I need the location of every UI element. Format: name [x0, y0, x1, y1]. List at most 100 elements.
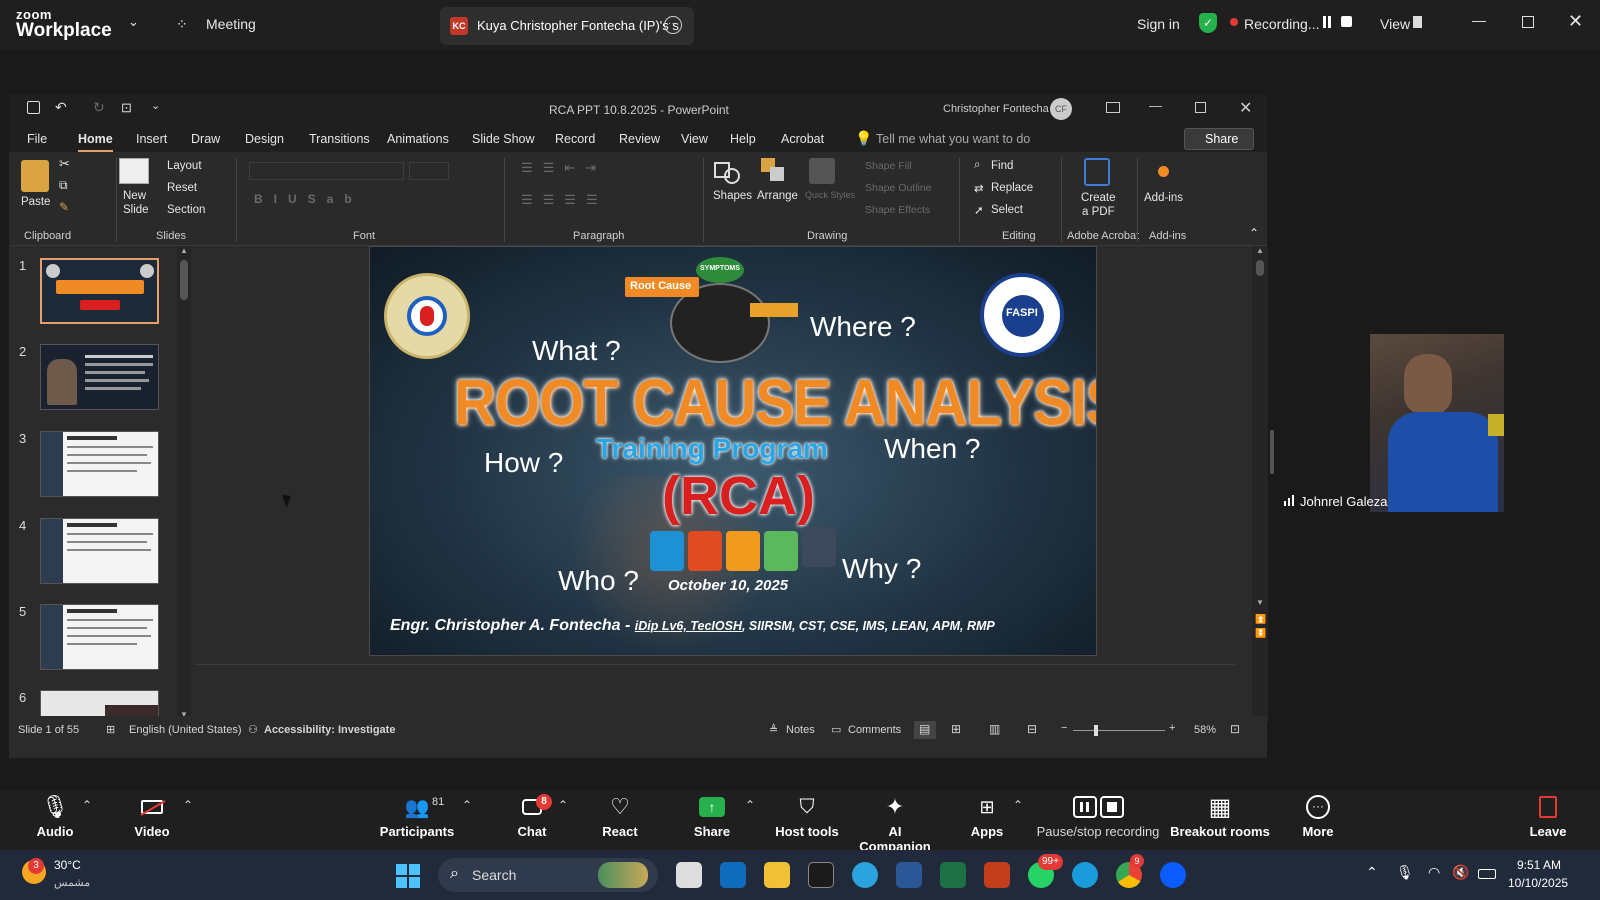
arrange-icon[interactable] — [761, 158, 785, 182]
scroll-up-icon[interactable]: ▲ — [180, 246, 188, 255]
share-options-icon[interactable]: ⌃ — [745, 798, 755, 812]
layout-button[interactable]: Layout — [167, 160, 202, 172]
restore-icon[interactable] — [1522, 16, 1534, 28]
font-family-select[interactable] — [249, 162, 404, 180]
reading-view-icon[interactable]: ▥ — [989, 722, 1000, 736]
video-button[interactable]: Video — [128, 790, 176, 850]
apps-options-icon[interactable]: ⌃ — [1013, 798, 1023, 812]
tab-record[interactable]: Record — [555, 132, 595, 146]
wifi-icon[interactable]: ◠ — [1428, 864, 1440, 881]
slide-editing-canvas[interactable]: FASPI SYMPTOMS Root Cause What ? Where ?… — [195, 246, 1235, 724]
slide-thumbnail-4[interactable] — [40, 518, 159, 584]
more-options-icon[interactable]: ··· — [664, 16, 682, 34]
save-icon[interactable] — [27, 101, 40, 114]
audio-button[interactable]: 🎙 Audio — [30, 790, 80, 850]
telegram-icon[interactable] — [852, 862, 878, 888]
previous-slide-icon[interactable]: ⏫ — [1255, 614, 1266, 625]
pause-recording-icon[interactable] — [1323, 16, 1326, 28]
find-button[interactable]: Find — [991, 160, 1013, 172]
screen-share-tab[interactable]: KC Kuya Christopher Fontecha (IP)'s s ··… — [440, 7, 694, 45]
chat-options-icon[interactable]: ⌃ — [558, 798, 568, 812]
meeting-label[interactable]: Meeting — [206, 16, 256, 32]
slide-thumbnail-2[interactable] — [40, 344, 159, 410]
slide-thumbnail-3[interactable] — [40, 431, 159, 497]
ppt-restore-icon[interactable] — [1195, 102, 1206, 113]
windows-start-icon[interactable] — [396, 864, 420, 888]
next-slide-icon[interactable]: ⏬ — [1255, 628, 1266, 639]
zoom-app-icon[interactable] — [1160, 862, 1186, 888]
slideshow-view-icon[interactable]: ⊟ — [1027, 722, 1037, 736]
outlook-icon[interactable] — [720, 862, 746, 888]
microphone-icon[interactable]: 🎙 — [1396, 864, 1414, 881]
minimize-icon[interactable]: — — [1472, 12, 1486, 28]
addins-icon[interactable] — [1158, 166, 1169, 177]
redo-icon[interactable]: ↻ — [93, 99, 105, 116]
participant-video[interactable] — [1370, 334, 1504, 512]
undo-icon[interactable]: ↶ — [55, 99, 67, 116]
temperature[interactable]: 30°C — [54, 858, 81, 872]
select-button[interactable]: Select — [991, 204, 1023, 216]
shape-fill-button[interactable]: Shape Fill — [865, 160, 912, 172]
addins-button[interactable]: Add-ins — [1144, 192, 1183, 204]
slide-scrollbar[interactable]: ▲ ▼ ⏫ ⏬ — [1252, 246, 1268, 724]
quick-styles-icon[interactable] — [809, 158, 835, 184]
create-pdf-icon[interactable] — [1084, 158, 1110, 186]
notes-button[interactable]: Notes — [786, 724, 815, 736]
thumbnails-scrollbar[interactable]: ▲ ▼ — [177, 246, 191, 724]
tab-animations[interactable]: Animations — [387, 132, 449, 146]
battery-icon[interactable] — [1478, 869, 1496, 879]
zoom-slider[interactable] — [1073, 730, 1165, 731]
present-icon[interactable]: ⊡ — [121, 100, 132, 116]
zoom-slider-thumb[interactable] — [1094, 725, 1098, 736]
section-button[interactable]: Section — [167, 204, 205, 216]
share-button[interactable]: Share — [1184, 128, 1254, 150]
fit-to-window-icon[interactable]: ⊡ — [1230, 722, 1240, 736]
capcut-icon[interactable] — [808, 862, 834, 888]
tab-acrobat[interactable]: Acrobat — [781, 132, 824, 146]
cut-icon[interactable]: ✂ — [59, 156, 70, 172]
shape-effects-button[interactable]: Shape Effects — [865, 204, 930, 216]
slide-thumbnail-5[interactable] — [40, 604, 159, 670]
video-options-icon[interactable]: ⌃ — [183, 798, 193, 812]
tab-review[interactable]: Review — [619, 132, 660, 146]
chevron-down-icon[interactable]: ⌄ — [128, 14, 139, 30]
slide-thumbnail-1[interactable] — [40, 258, 159, 324]
paste-button[interactable]: Paste — [21, 196, 50, 208]
current-slide[interactable]: FASPI SYMPTOMS Root Cause What ? Where ?… — [369, 246, 1097, 656]
normal-view-button[interactable]: ▤ — [914, 721, 936, 739]
react-button[interactable]: ♡ React — [594, 790, 646, 850]
scroll-up-icon[interactable]: ▲ — [1256, 246, 1264, 255]
sign-in-link[interactable]: Sign in — [1137, 16, 1180, 32]
participants-options-icon[interactable]: ⌃ — [462, 798, 472, 812]
zoom-in-icon[interactable]: + — [1169, 722, 1175, 734]
ribbon-display-icon[interactable] — [1106, 102, 1120, 113]
zoom-workplace-logo[interactable]: zoom Workplace — [16, 8, 112, 40]
volume-muted-icon[interactable]: 🔇 — [1452, 864, 1469, 881]
create-pdf-label-1[interactable]: Create — [1081, 192, 1116, 204]
pause-stop-recording-button[interactable]: Pause/stop recording — [1036, 790, 1160, 850]
word-icon[interactable] — [896, 862, 922, 888]
comments-button[interactable]: Comments — [848, 724, 901, 736]
shield-check-icon[interactable]: ✓ — [1199, 13, 1217, 33]
format-painter-icon[interactable]: ✎ — [59, 200, 69, 214]
taskbar-search-box[interactable]: ⌕ Search — [438, 858, 658, 892]
share-screen-button[interactable]: ↑ Share — [688, 790, 736, 850]
reset-button[interactable]: Reset — [167, 182, 197, 194]
shape-outline-button[interactable]: Shape Outline — [865, 182, 932, 194]
replace-button[interactable]: Replace — [991, 182, 1033, 194]
tab-slide-show[interactable]: Slide Show — [472, 132, 535, 146]
new-slide-icon[interactable] — [119, 158, 149, 184]
font-size-select[interactable] — [409, 162, 449, 180]
zoom-out-icon[interactable]: − — [1061, 722, 1067, 734]
close-icon[interactable]: ✕ — [1568, 11, 1583, 32]
powerpoint-icon[interactable] — [984, 862, 1010, 888]
shapes-button[interactable]: Shapes — [713, 190, 752, 202]
ppt-user-name[interactable]: Christopher Fontecha — [943, 103, 1049, 115]
quick-styles-button[interactable]: Quick Styles — [805, 190, 855, 200]
slide-sorter-icon[interactable]: ⊞ — [951, 722, 961, 736]
leave-button[interactable]: Leave — [1524, 790, 1572, 850]
accessibility-status[interactable]: Accessibility: Investigate — [264, 724, 395, 736]
arrange-button[interactable]: Arrange — [757, 190, 798, 202]
excel-icon[interactable] — [940, 862, 966, 888]
more-button[interactable]: ··· More — [1294, 790, 1342, 850]
